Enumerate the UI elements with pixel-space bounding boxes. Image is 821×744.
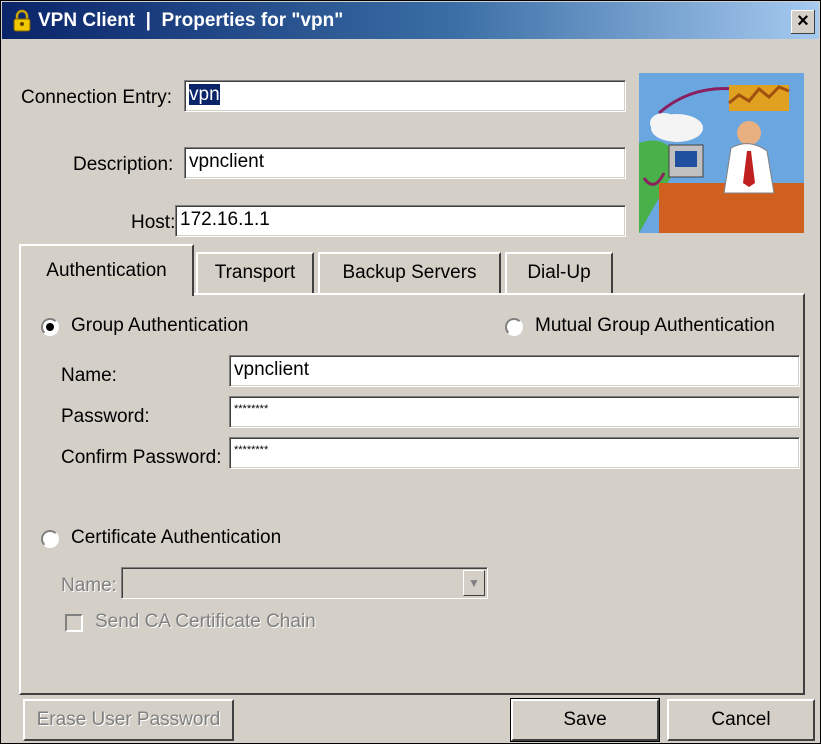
certificate-name-dropdown[interactable]: ▼ <box>121 567 488 599</box>
title-bar[interactable]: VPN Client | Properties for "vpn" × <box>2 2 819 39</box>
name-field[interactable]: vpnclient <box>229 355 800 387</box>
vpn-lock-icon <box>13 9 31 32</box>
close-button[interactable]: × <box>791 10 815 34</box>
certificate-authentication-label: Certificate Authentication <box>71 527 282 548</box>
group-authentication-radio[interactable] <box>41 318 59 336</box>
tab-dial-up[interactable]: Dial-Up <box>505 252 613 293</box>
certificate-name-label: Name: <box>61 575 117 596</box>
host-label: Host: <box>131 212 176 233</box>
tab-authentication[interactable]: Authentication <box>19 244 194 296</box>
description-field[interactable]: vpnclient <box>184 147 626 179</box>
group-authentication-label: Group Authentication <box>71 315 249 336</box>
radio-selected-dot <box>46 323 54 331</box>
authentication-panel <box>19 293 805 695</box>
mutual-group-authentication-label: Mutual Group Authentication <box>535 315 775 336</box>
connection-entry-label: Connection Entry: <box>21 87 173 108</box>
tab-backup-servers[interactable]: Backup Servers <box>318 252 501 293</box>
certificate-authentication-radio[interactable] <box>41 530 59 548</box>
name-label: Name: <box>61 365 117 386</box>
vpn-properties-dialog: VPN Client | Properties for "vpn" × Conn… <box>0 0 821 744</box>
tab-transport[interactable]: Transport <box>196 252 314 293</box>
connection-entry-value: vpn <box>189 84 220 105</box>
send-ca-certificate-chain-label: Send CA Certificate Chain <box>95 611 316 632</box>
cancel-button[interactable]: Cancel <box>667 699 815 741</box>
description-label: Description: <box>73 154 174 175</box>
window-title: VPN Client | Properties for "vpn" <box>38 10 344 31</box>
send-ca-certificate-chain-checkbox[interactable] <box>65 614 83 632</box>
confirm-password-field[interactable]: ******** <box>229 437 800 469</box>
password-field[interactable]: ******** <box>229 396 800 428</box>
connection-entry-field[interactable]: vpn <box>184 80 626 112</box>
host-field[interactable]: 172.16.1.1 <box>175 205 626 237</box>
save-button[interactable]: Save <box>510 698 660 742</box>
password-label: Password: <box>61 406 150 427</box>
mutual-group-authentication-radio[interactable] <box>505 318 523 336</box>
erase-user-password-button[interactable]: Erase User Password <box>23 699 234 741</box>
confirm-password-label: Confirm Password: <box>61 447 222 468</box>
chevron-down-icon[interactable]: ▼ <box>463 570 485 596</box>
user-at-computer-illustration <box>639 73 804 233</box>
